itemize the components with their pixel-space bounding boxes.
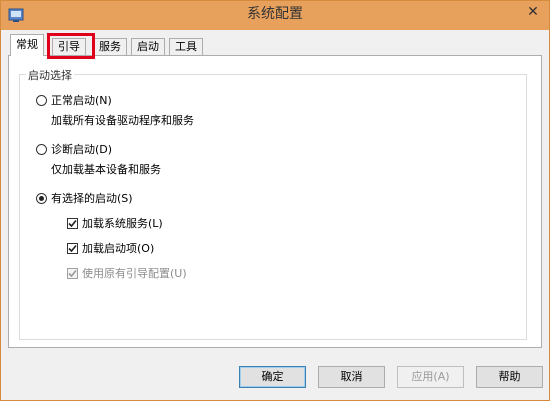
radio-diagnostic-label: 诊断启动(D) — [51, 143, 113, 156]
cancel-button[interactable]: 取消 — [318, 366, 385, 388]
radio-normal-indicator[interactable] — [36, 94, 47, 106]
tab-general-label: 常规 — [16, 38, 38, 51]
radio-diagnostic-indicator[interactable] — [36, 143, 47, 155]
apply-button: 应用(A) — [397, 366, 464, 388]
checkbox-startup-items-label: 加载启动项(O) — [82, 242, 155, 255]
msconfig-window: 系统配置 ✕ 常规 引导 服务 启动 工具 启动选择 正常启动(N) 加载所有设… — [0, 0, 550, 401]
checkbox-load-startup-items[interactable]: 加载启动项(O) — [67, 240, 154, 256]
radio-selective-indicator[interactable] — [36, 192, 47, 204]
close-icon: ✕ — [527, 4, 539, 20]
radio-selective-label: 有选择的启动(S) — [51, 192, 133, 205]
ok-button[interactable]: 确定 — [239, 366, 306, 388]
checkmark-icon — [68, 219, 77, 227]
client-area: 常规 引导 服务 启动 工具 启动选择 正常启动(N) 加载所有设备驱动程序和服… — [8, 30, 543, 393]
tab-services-label: 服务 — [99, 40, 121, 53]
general-tab-panel: 启动选择 正常启动(N) 加载所有设备驱动程序和服务 诊断启动(D) 仅加载基本… — [8, 55, 542, 348]
normal-startup-desc: 加载所有设备驱动程序和服务 — [51, 114, 194, 127]
tab-boot[interactable]: 引导 — [52, 38, 86, 55]
checkbox-use-original-boot-config: 使用原有引导配置(U) — [67, 265, 187, 281]
checkbox-original-boot-box — [67, 267, 78, 279]
checkmark-icon — [68, 269, 77, 277]
checkbox-system-services-box[interactable] — [67, 217, 78, 229]
close-button[interactable]: ✕ — [521, 2, 545, 22]
diagnostic-startup-desc: 仅加载基本设备和服务 — [51, 163, 161, 176]
checkbox-system-services-label: 加载系统服务(L) — [82, 217, 163, 230]
checkbox-startup-items-box[interactable] — [67, 242, 78, 254]
window-title: 系统配置 — [247, 6, 303, 22]
radio-normal-label: 正常启动(N) — [51, 94, 112, 107]
help-button[interactable]: 帮助 — [476, 366, 543, 388]
group-label: 启动选择 — [26, 67, 74, 83]
title-bar[interactable]: 系统配置 ✕ — [1, 1, 549, 30]
tab-strip: 常规 引导 服务 启动 工具 — [8, 33, 542, 59]
radio-diagnostic-startup[interactable]: 诊断启动(D) — [36, 141, 112, 157]
startup-selection-group: 启动选择 正常启动(N) 加载所有设备驱动程序和服务 诊断启动(D) 仅加载基本… — [19, 67, 527, 340]
tab-startup[interactable]: 启动 — [131, 38, 165, 55]
tab-services[interactable]: 服务 — [93, 38, 127, 55]
tab-tools-label: 工具 — [175, 40, 197, 53]
tab-boot-label: 引导 — [58, 40, 80, 53]
checkbox-load-system-services[interactable]: 加载系统服务(L) — [67, 215, 163, 231]
tab-tools[interactable]: 工具 — [169, 38, 203, 55]
radio-selective-startup[interactable]: 有选择的启动(S) — [36, 190, 133, 206]
tab-startup-label: 启动 — [137, 40, 159, 53]
checkbox-original-boot-label: 使用原有引导配置(U) — [82, 267, 187, 280]
radio-normal-startup[interactable]: 正常启动(N) — [36, 92, 112, 108]
checkmark-icon — [68, 244, 77, 252]
tab-general[interactable]: 常规 — [10, 34, 44, 56]
